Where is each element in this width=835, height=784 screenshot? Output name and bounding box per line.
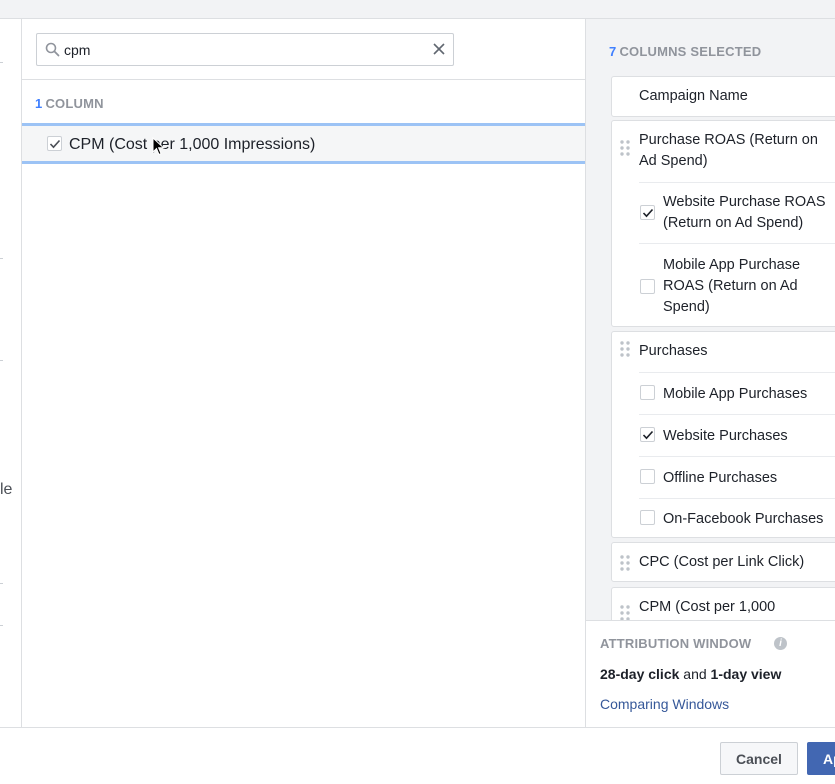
- apply-button[interactable]: Apply: [807, 742, 835, 775]
- result-row-cpm[interactable]: CPM (Cost per 1,000 Impressions): [22, 123, 585, 164]
- sub-item-offline-purchases[interactable]: Offline Purchases: [639, 456, 835, 498]
- selected-count: 7: [609, 44, 617, 59]
- selected-item-label: CPM (Cost per 1,000: [639, 599, 776, 615]
- sub-item-label-line: Website Purchase ROAS: [663, 194, 826, 210]
- results-count-number: 1: [35, 96, 43, 111]
- divider: [0, 62, 3, 63]
- sub-item-label: On-Facebook Purchases: [663, 511, 824, 527]
- sub-item-label: Mobile App Purchases: [663, 386, 808, 402]
- checkbox-offline-purchases[interactable]: [640, 469, 655, 484]
- sub-item-on-facebook-purchases[interactable]: On-Facebook Purchases: [639, 498, 835, 538]
- attribution-and: and: [683, 666, 707, 682]
- selected-group-purchases[interactable]: Purchases Mobile App Purchases Website P…: [611, 331, 835, 538]
- drag-handle-icon[interactable]: [619, 554, 631, 572]
- sub-item-mobile-app-purchase-roas[interactable]: Mobile App Purchase ROAS (Return on Ad S…: [639, 243, 835, 327]
- checkbox-on-facebook-purchases[interactable]: [640, 510, 655, 525]
- divider: [0, 583, 3, 584]
- selected-item-label: CPC (Cost per Link Click): [639, 554, 805, 570]
- selected-columns-header: 7 COLUMNS SELECTED: [609, 44, 761, 59]
- selected-header-label: COLUMNS SELECTED: [619, 44, 762, 59]
- sub-item-website-purchase-roas[interactable]: Website Purchase ROAS (Return on Ad Spen…: [639, 182, 835, 243]
- mouse-cursor-icon: [152, 137, 165, 156]
- divider: [0, 360, 3, 361]
- checkmark-icon: [642, 208, 654, 218]
- cancel-button[interactable]: Cancel: [720, 742, 798, 775]
- left-category-panel: le: [0, 19, 22, 727]
- selected-item-campaign-name[interactable]: Campaign Name: [611, 76, 835, 117]
- column-search-panel: 1COLUMN CPM (Cost per 1,000 Impressions): [22, 19, 585, 727]
- sub-item-website-purchases[interactable]: Website Purchases: [639, 414, 835, 456]
- selected-item-label: Campaign Name: [639, 88, 748, 104]
- checkmark-icon: [49, 139, 61, 149]
- checkmark-icon: [642, 430, 654, 440]
- search-box[interactable]: [36, 33, 454, 66]
- dialog-footer: Cancel Apply: [0, 727, 835, 784]
- sub-item-label: Offline Purchases: [663, 470, 778, 486]
- drag-handle-icon[interactable]: [619, 340, 631, 358]
- group-title-line: Purchase ROAS (Return on: [639, 132, 818, 148]
- drag-handle-icon[interactable]: [619, 139, 631, 157]
- sub-item-label: Website Purchases: [663, 428, 788, 444]
- result-checkbox-cpm[interactable]: [47, 136, 62, 151]
- group-title-line: Ad Spend): [639, 153, 708, 169]
- attribution-click: 28-day click: [600, 666, 680, 682]
- attribution-window-description: 28-day click and 1-day view: [600, 666, 781, 682]
- sub-item-mobile-app-purchases[interactable]: Mobile App Purchases: [639, 372, 835, 414]
- checkbox-website-purchase-roas[interactable]: [640, 205, 655, 220]
- results-count-label: COLUMN: [45, 96, 104, 111]
- sub-item-label-line: (Return on Ad Spend): [663, 215, 804, 231]
- results-count: 1 COLUMN: [35, 96, 104, 111]
- group-title: Purchases: [639, 343, 708, 359]
- selected-group-purchase-roas[interactable]: Purchase ROAS (Return on Ad Spend) Websi…: [611, 120, 835, 327]
- sub-item-label-line: ROAS (Return on Ad: [663, 278, 798, 294]
- search-icon: [45, 42, 60, 57]
- divider: [22, 79, 585, 80]
- result-label-cpm: CPM (Cost per 1,000 Impressions): [69, 136, 316, 153]
- divider: [0, 625, 3, 626]
- sub-item-label-line: Spend): [663, 299, 710, 315]
- comparing-windows-link[interactable]: Comparing Windows: [600, 696, 729, 712]
- checkbox-website-purchases[interactable]: [640, 427, 655, 442]
- attribution-window-header: ATTRIBUTION WINDOW: [600, 636, 752, 651]
- selected-item-cpc[interactable]: CPC (Cost per Link Click): [611, 542, 835, 582]
- sub-item-label-line: Mobile App Purchase: [663, 257, 801, 273]
- category-label-fragment[interactable]: le: [0, 481, 12, 499]
- info-icon[interactable]: i: [774, 637, 787, 650]
- divider: [0, 258, 3, 259]
- clear-search-icon[interactable]: [431, 41, 447, 57]
- search-input[interactable]: [64, 34, 414, 65]
- checkbox-mobile-app-purchase-roas[interactable]: [640, 279, 655, 294]
- checkbox-mobile-app-purchases[interactable]: [640, 385, 655, 400]
- attribution-window-panel: ATTRIBUTION WINDOW i 28-day click and 1-…: [585, 620, 835, 727]
- attribution-view: 1-day view: [710, 666, 782, 682]
- modal-top-bar: [0, 0, 835, 19]
